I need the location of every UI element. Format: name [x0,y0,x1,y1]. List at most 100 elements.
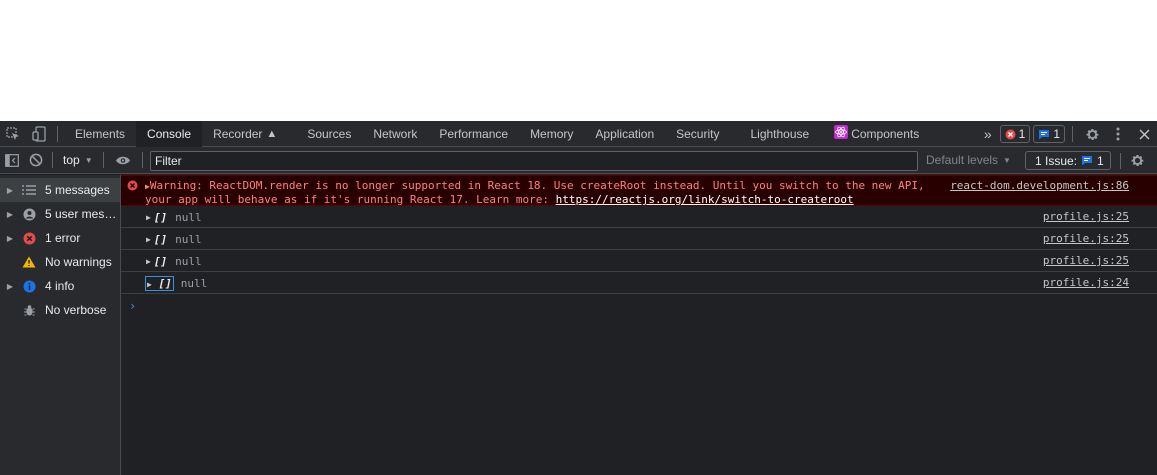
log-source-link[interactable]: profile.js:24 [1043,276,1129,289]
info-icon [20,279,38,293]
error-icon [1005,129,1016,139]
log-source-link[interactable]: profile.js:25 [1043,210,1129,223]
error-message-text: ▶Warning: ReactDOM.render is no longer s… [145,179,925,206]
console-log-row[interactable]: ▶ [] null profile.js:24 [121,272,1157,294]
array-preview[interactable]: [] [154,211,167,224]
flask-icon: ▲ [266,127,278,140]
expand-arrow-icon[interactable]: ▶ [0,186,20,195]
sidebar-item-label: No verbose [45,303,107,317]
message-icon [1082,156,1093,166]
sidebar-item-info[interactable]: ▶ 4 info [0,274,120,298]
expand-arrow-icon[interactable]: ▶ [0,210,20,219]
clear-console-icon[interactable] [24,147,48,173]
console-settings-gear-icon[interactable] [1130,147,1145,173]
error-count: 1 [1018,127,1026,141]
expand-triangle-icon[interactable]: ▶ [146,235,151,244]
user-icon [20,207,38,221]
sidebar-item-label: 4 info [45,279,75,293]
tab-components[interactable]: Components [820,121,930,147]
tab-label: Memory [530,126,574,141]
tab-console[interactable]: Console [136,120,203,147]
focused-entry[interactable]: ▶ [] [145,276,174,291]
tab-elements[interactable]: Elements [64,121,136,147]
error-line-1: Warning: ReactDOM.render is no longer su… [149,179,925,192]
array-preview[interactable]: [] [154,233,167,246]
sidebar-item-label: 5 user mes… [45,207,117,221]
error-source-link[interactable]: react-dom.development.js:86 [950,179,1129,192]
tab-sources[interactable]: Sources [296,121,362,147]
expand-arrow-icon[interactable]: ▶ [0,282,20,291]
console-toolbar: top ▼ Default levels ▼ 1 Issue: 1 [0,147,1157,174]
tabbar-right: » 1 1 [976,121,1157,147]
tab-recorder[interactable]: Recorder ▲ [202,121,288,147]
sidebar-item-errors[interactable]: ▶ 1 error [0,226,120,250]
console-messages: ▶ Warning: ReactDOM.render is no longer s… [121,175,1157,475]
context-label: top [63,153,80,167]
tab-label: Performance [439,126,509,141]
tab-network[interactable]: Network [362,121,428,147]
error-icon [127,180,138,194]
toolbar-divider [1120,153,1121,169]
settings-gear-icon[interactable] [1079,121,1105,147]
tab-label: Components [851,126,920,141]
tab-label: Sources [307,126,352,141]
console-body: ▶ 5 messages ▶ 5 user mes… ▶ 1 error No … [0,175,1157,475]
console-log-row[interactable]: ▶[] null profile.js:25 [121,250,1157,272]
dropdown-caret-icon: ▼ [1003,155,1011,165]
toolbar-divider [141,152,143,168]
tabbar-divider [1072,126,1073,142]
message-counter[interactable]: 1 [1033,125,1065,143]
tab-lighthouse[interactable]: Lighthouse [739,121,820,147]
log-value: null [175,211,202,224]
tab-application[interactable]: Application [584,121,665,147]
console-sidebar: ▶ 5 messages ▶ 5 user mes… ▶ 1 error No … [0,175,121,475]
tabbar-divider [57,125,58,142]
sidebar-item-user-messages[interactable]: ▶ 5 user mes… [0,202,120,226]
error-counter[interactable]: 1 [999,125,1031,143]
array-preview[interactable]: [] [154,255,167,268]
tab-memory[interactable]: Memory [519,121,584,147]
expand-triangle-icon[interactable]: ▶ [146,257,151,266]
sidebar-item-label: 5 messages [45,183,110,197]
tab-label: Recorder [213,126,263,141]
error-learn-more-link[interactable]: https://reactjs.org/link/switch-to-creat… [556,193,854,206]
console-error-message[interactable]: ▶Warning: ReactDOM.render is no longer s… [121,175,1157,206]
console-log-row[interactable]: ▶[] null profile.js:25 [121,206,1157,228]
log-source-link[interactable]: profile.js:25 [1043,232,1129,245]
sidebar-item-label: No warnings [45,255,112,269]
tab-label: Network [373,126,418,141]
array-preview[interactable]: [] [158,277,171,290]
sidebar-item-verbose[interactable]: No verbose [0,298,120,322]
device-toolbar-icon[interactable] [26,121,52,147]
sidebar-item-messages[interactable]: ▶ 5 messages [0,178,120,202]
inspect-element-icon[interactable] [0,121,26,147]
warning-icon [20,255,38,269]
kebab-menu-icon[interactable] [1105,121,1131,147]
context-selector[interactable]: top ▼ [57,153,99,167]
tab-label: Elements [75,126,126,141]
filter-input[interactable] [150,151,918,171]
console-prompt[interactable]: › [129,299,136,313]
tab-label: Lighthouse [750,126,810,141]
dropdown-caret-icon: ▼ [84,155,93,165]
more-tabs-icon[interactable]: » [976,126,1000,142]
expand-triangle-icon[interactable]: ▶ [147,280,152,289]
expand-arrow-icon[interactable]: ▶ [0,234,20,243]
log-levels-dropdown[interactable]: Default levels ▼ [926,147,1011,173]
error-line-2: your app will behave as if it's running … [145,193,556,206]
tab-performance[interactable]: Performance [428,121,519,147]
log-value: null [175,255,202,268]
toolbar-divider [52,152,53,168]
log-source-link[interactable]: profile.js:25 [1043,254,1129,267]
live-expression-eye-icon[interactable] [108,147,138,173]
sidebar-item-label: 1 error [45,231,81,245]
issues-button[interactable]: 1 Issue: 1 [1025,151,1111,170]
expand-triangle-icon[interactable]: ▶ [146,213,151,222]
devtools-panel: Elements Console Recorder ▲ Sources Netwo… [0,120,1157,475]
sidebar-item-warnings[interactable]: No warnings [0,250,120,274]
tab-security[interactable]: Security [665,121,730,147]
console-log-row[interactable]: ▶[] null profile.js:25 [121,228,1157,250]
prompt-chevron-icon: › [129,299,137,313]
close-icon[interactable] [1131,121,1157,147]
toggle-sidebar-icon[interactable] [0,147,24,173]
